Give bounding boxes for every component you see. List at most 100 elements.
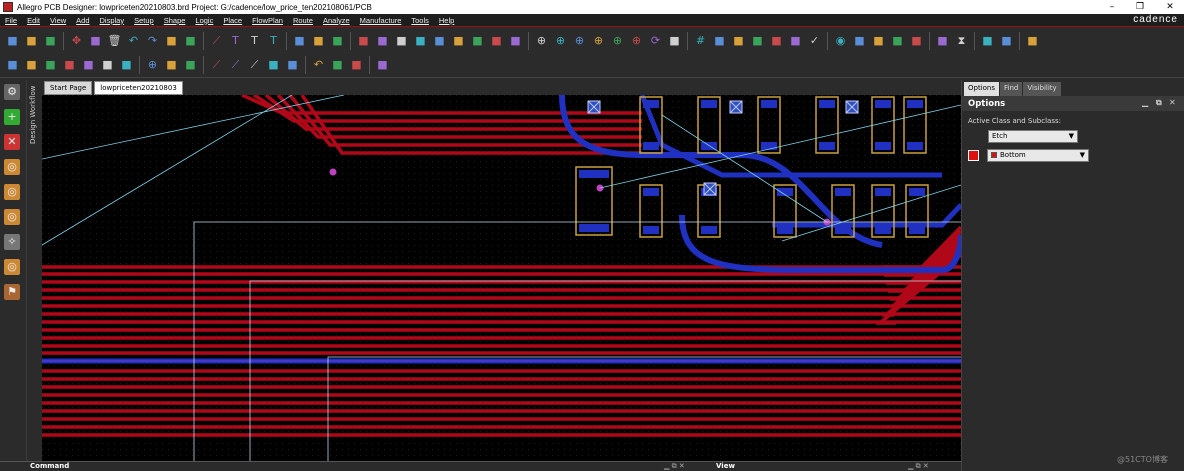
- new-icon[interactable]: ■: [5, 33, 21, 49]
- panel-minimize-icon[interactable]: ▁: [1142, 98, 1148, 107]
- zoom-center-icon[interactable]: ⊕: [629, 33, 645, 49]
- maximize-button[interactable]: ❐: [1126, 0, 1154, 14]
- dims-icon[interactable]: ■: [999, 33, 1015, 49]
- undo-route-icon[interactable]: ↶: [311, 57, 327, 73]
- command-panel-controls-icon[interactable]: ▁ ⧉ ✕: [664, 462, 685, 471]
- package-icon[interactable]: ■: [292, 33, 308, 49]
- workflow-check-icon[interactable]: ◎: [4, 209, 20, 225]
- check-icon[interactable]: ✓: [807, 33, 823, 49]
- output-icon[interactable]: ■: [1025, 33, 1041, 49]
- miter-icon[interactable]: ⟋: [247, 57, 263, 73]
- panel-float-icon[interactable]: ⧉: [1156, 98, 1162, 108]
- command-panel-title[interactable]: Command: [30, 462, 69, 470]
- workflow-output-icon[interactable]: ⚑: [4, 284, 20, 300]
- move-icon[interactable]: ✥: [69, 33, 85, 49]
- unpin-icon[interactable]: ■: [183, 33, 199, 49]
- workflow-add-icon[interactable]: +: [4, 109, 20, 125]
- highlight-icon[interactable]: ■: [890, 33, 906, 49]
- custom-smooth-icon[interactable]: ■: [432, 33, 448, 49]
- workflow-remove-icon[interactable]: ✕: [4, 134, 20, 150]
- pcb-drawing[interactable]: [42, 95, 961, 461]
- grid-icon[interactable]: #: [693, 33, 709, 49]
- class-dropdown[interactable]: Etch ▼: [988, 130, 1078, 143]
- measure-icon[interactable]: ■: [871, 33, 887, 49]
- copy-icon[interactable]: ■: [88, 33, 104, 49]
- drc-icon[interactable]: ■: [330, 57, 346, 73]
- swap-icon[interactable]: ■: [470, 33, 486, 49]
- smooth-icon[interactable]: ■: [285, 57, 301, 73]
- connect-icon[interactable]: ■: [356, 33, 372, 49]
- menu-help[interactable]: Help: [434, 16, 459, 25]
- add-line-icon[interactable]: ⟋: [209, 33, 225, 49]
- place-icon[interactable]: ■: [980, 33, 996, 49]
- layers-icon[interactable]: ■: [731, 33, 747, 49]
- menu-logic[interactable]: Logic: [190, 16, 218, 25]
- unrats-icon[interactable]: ■: [489, 33, 505, 49]
- tab-board[interactable]: lowpriceten20210803: [94, 81, 183, 95]
- menu-route[interactable]: Route: [288, 16, 318, 25]
- bend-icon[interactable]: ⟋: [228, 57, 244, 73]
- arc-icon[interactable]: ■: [266, 57, 282, 73]
- undo-icon[interactable]: ↶: [126, 33, 142, 49]
- database-icon[interactable]: ■: [788, 33, 804, 49]
- tab-visibility[interactable]: Visibility: [1023, 82, 1061, 96]
- hourglass-icon[interactable]: ⧗: [954, 33, 970, 49]
- text-icon[interactable]: T: [228, 33, 244, 49]
- frame-icon[interactable]: ■: [119, 57, 135, 73]
- slot-icon[interactable]: ■: [100, 57, 116, 73]
- fanout-icon[interactable]: ■: [413, 33, 429, 49]
- view-panel-title[interactable]: View: [716, 462, 735, 470]
- iy-icon[interactable]: ■: [24, 57, 40, 73]
- snap-icon[interactable]: ■: [43, 57, 59, 73]
- zoom-world-icon[interactable]: ⊕: [591, 33, 607, 49]
- component-icon[interactable]: ■: [311, 33, 327, 49]
- design-workflow-panel[interactable]: Design Workflow: [26, 80, 42, 471]
- ic-icon[interactable]: ■: [330, 33, 346, 49]
- redo-icon[interactable]: ↷: [145, 33, 161, 49]
- open-icon[interactable]: ■: [24, 33, 40, 49]
- zoom-in-icon[interactable]: ⊕: [553, 33, 569, 49]
- menu-edit[interactable]: Edit: [22, 16, 45, 25]
- panel-close-icon[interactable]: ✕: [1169, 98, 1176, 107]
- menu-add[interactable]: Add: [71, 16, 94, 25]
- report-icon[interactable]: ■: [769, 33, 785, 49]
- tab-start-page[interactable]: Start Page: [44, 81, 93, 95]
- save-icon[interactable]: ■: [43, 33, 59, 49]
- delete-icon[interactable]: 🗑: [107, 33, 123, 49]
- text-box-icon[interactable]: T: [266, 33, 282, 49]
- subclass-dropdown[interactable]: Bottom ▼: [987, 149, 1089, 162]
- menu-place[interactable]: Place: [218, 16, 247, 25]
- workflow-route-icon[interactable]: ◎: [4, 184, 20, 200]
- menu-shape[interactable]: Shape: [159, 16, 191, 25]
- 3d-icon[interactable]: ■: [750, 33, 766, 49]
- ix-icon[interactable]: ■: [5, 57, 21, 73]
- align-icon[interactable]: ■: [62, 57, 78, 73]
- tab-find[interactable]: Find: [1000, 82, 1023, 96]
- menu-tools[interactable]: Tools: [406, 16, 434, 25]
- menu-analyze[interactable]: Analyze: [318, 16, 355, 25]
- close-button[interactable]: ✕: [1156, 0, 1184, 14]
- zoom-prev-icon[interactable]: ⊕: [610, 33, 626, 49]
- rule-icon[interactable]: ■: [349, 57, 365, 73]
- color-icon[interactable]: ■: [712, 33, 728, 49]
- shape-icon[interactable]: ■: [667, 33, 683, 49]
- line-icon[interactable]: ⟋: [209, 57, 225, 73]
- menu-flowplan[interactable]: FlowPlan: [247, 16, 288, 25]
- workflow-manufacture-icon[interactable]: ◎: [4, 259, 20, 275]
- dehighlight-icon[interactable]: ■: [909, 33, 925, 49]
- view-panel-controls-icon[interactable]: ▁ ⧉ ✕: [908, 462, 929, 471]
- distribute-icon[interactable]: ■: [183, 57, 199, 73]
- rats-icon[interactable]: ■: [508, 33, 524, 49]
- slide-icon[interactable]: ■: [375, 33, 391, 49]
- zoom-fit-icon[interactable]: ⊕: [534, 33, 550, 49]
- workflow-place-icon[interactable]: ◎: [4, 159, 20, 175]
- delay-tune-icon[interactable]: ■: [394, 33, 410, 49]
- menu-file[interactable]: File: [0, 16, 22, 25]
- workflow-tools-icon[interactable]: ✧: [4, 234, 20, 250]
- spacing-icon[interactable]: ■: [164, 57, 180, 73]
- waveform-icon[interactable]: ■: [81, 57, 97, 73]
- workflow-setup-icon[interactable]: ⚙: [4, 84, 20, 100]
- menu-view[interactable]: View: [45, 16, 71, 25]
- pcb-canvas[interactable]: [42, 95, 961, 461]
- antenna-icon[interactable]: ■: [375, 57, 391, 73]
